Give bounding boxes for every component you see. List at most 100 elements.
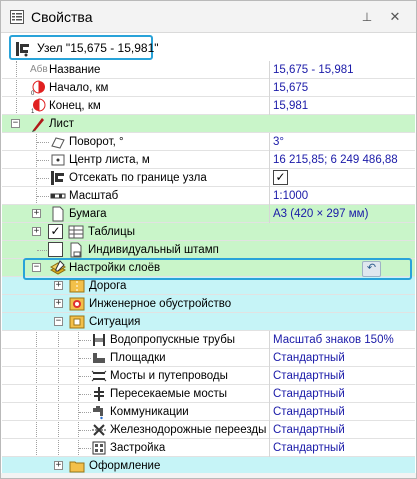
culvert-icon bbox=[93, 334, 105, 346]
row-rail-crossings-label: Железнодорожные переезды bbox=[110, 424, 267, 436]
folder-icon bbox=[69, 461, 85, 473]
utilities-icon bbox=[93, 406, 103, 420]
row-buildings-label: Застройка bbox=[110, 442, 166, 454]
row-rail-crossings[interactable]: Железнодорожные переезды Стандартный bbox=[2, 421, 415, 439]
bridge-icon bbox=[91, 370, 107, 382]
row-tables-label: Таблицы bbox=[88, 226, 135, 238]
expand-icon[interactable]: + bbox=[54, 461, 63, 470]
road-icon bbox=[69, 279, 85, 293]
collapse-icon[interactable]: − bbox=[11, 119, 20, 128]
table-icon bbox=[68, 225, 84, 239]
scale-ruler-icon bbox=[50, 193, 66, 199]
stamp-icon bbox=[70, 242, 82, 258]
group-sheet[interactable]: − Лист bbox=[2, 115, 415, 133]
areas-icon bbox=[93, 353, 105, 363]
end-marker-icon: 1 bbox=[31, 98, 46, 114]
center-icon bbox=[51, 154, 65, 166]
start-marker-icon: 0 bbox=[31, 80, 45, 96]
text-badge-icon: Абв bbox=[30, 64, 48, 75]
row-utilities[interactable]: Коммуникации Стандартный bbox=[2, 403, 415, 421]
row-stamp[interactable]: Индивидуальный штамп bbox=[2, 241, 415, 259]
tables-checkbox[interactable]: ✓ bbox=[48, 224, 63, 239]
row-start-value[interactable]: 15,675 bbox=[273, 81, 308, 95]
row-road-label: Дорога bbox=[89, 280, 127, 292]
collapse-icon[interactable]: − bbox=[54, 317, 63, 326]
row-areas-label: Площадки bbox=[110, 352, 166, 364]
row-bridges-value[interactable]: Стандартный bbox=[273, 369, 345, 383]
row-end-value[interactable]: 15,981 bbox=[273, 99, 308, 113]
row-center[interactable]: Центр листа, м 16 215,85; 6 249 486,88 bbox=[2, 151, 415, 169]
svg-text:0: 0 bbox=[31, 91, 35, 96]
group-situation[interactable]: − Ситуация bbox=[2, 313, 415, 331]
undo-icon[interactable]: ↶ bbox=[362, 261, 381, 277]
row-name-value[interactable]: 15,675 - 15,981 bbox=[273, 63, 354, 77]
row-engineering-label: Инженерное обустройство bbox=[89, 298, 232, 310]
rail-crossing-icon bbox=[92, 424, 106, 436]
properties-panel: Свойства ⊥ ✕ Узел "15,675 - 15,981" Абв … bbox=[0, 0, 417, 479]
group-sheet-label: Лист bbox=[49, 118, 74, 130]
row-rail-crossings-value[interactable]: Стандартный bbox=[273, 423, 345, 437]
row-culverts[interactable]: Водопропускные трубы Масштаб знаков 150% bbox=[2, 331, 415, 349]
svg-text:1: 1 bbox=[31, 109, 35, 114]
panel-bottom bbox=[1, 473, 416, 478]
row-paper-value[interactable]: A3 (420 × 297 мм) bbox=[273, 207, 368, 221]
rotation-icon bbox=[51, 137, 65, 149]
row-scale-value[interactable]: 1:1000 bbox=[273, 189, 308, 203]
window-title: Свойства bbox=[31, 9, 93, 25]
stamp-checkbox[interactable] bbox=[48, 242, 63, 257]
layer-settings-highlight bbox=[23, 258, 412, 280]
row-utilities-label: Коммуникации bbox=[110, 406, 189, 418]
row-areas[interactable]: Площадки Стандартный bbox=[2, 349, 415, 367]
row-clip[interactable]: Отсекать по границе узла ✓ bbox=[2, 169, 415, 187]
row-scale-label: Масштаб bbox=[69, 190, 119, 202]
expand-icon[interactable]: + bbox=[54, 281, 63, 290]
row-crossed-bridges[interactable]: Пересекаемые мосты Стандартный bbox=[2, 385, 415, 403]
row-center-label: Центр листа, м bbox=[69, 154, 150, 166]
row-buildings-value[interactable]: Стандартный bbox=[273, 441, 345, 455]
row-rotation-value[interactable]: 3° bbox=[273, 135, 284, 149]
row-bridges[interactable]: Мосты и путепроводы Стандартный bbox=[2, 367, 415, 385]
clip-checkbox[interactable]: ✓ bbox=[273, 170, 288, 185]
row-design-label: Оформление bbox=[89, 460, 161, 472]
row-crossed-bridges-label: Пересекаемые мосты bbox=[110, 388, 228, 400]
row-start[interactable]: 0 Начало, км 15,675 bbox=[2, 79, 415, 97]
row-end[interactable]: 1 Конец, км 15,981 bbox=[2, 97, 415, 115]
sheet-icon bbox=[32, 118, 44, 132]
row-tables[interactable]: + ✓ Таблицы bbox=[2, 223, 415, 241]
close-icon[interactable]: ✕ bbox=[387, 9, 403, 25]
row-name[interactable]: Абв Название 15,675 - 15,981 bbox=[2, 61, 415, 79]
node-header[interactable]: Узел "15,675 - 15,981" bbox=[9, 35, 159, 60]
row-center-value[interactable]: 16 215,85; 6 249 486,88 bbox=[273, 153, 398, 167]
row-engineering[interactable]: + Инженерное обустройство bbox=[2, 295, 415, 313]
row-rotation[interactable]: Поворот, ° 3° bbox=[2, 133, 415, 151]
row-end-label: Конец, км bbox=[49, 100, 101, 112]
row-areas-value[interactable]: Стандартный bbox=[273, 351, 345, 365]
row-scale[interactable]: Масштаб 1:1000 bbox=[2, 187, 415, 205]
row-paper[interactable]: + Бумага A3 (420 × 297 мм) bbox=[2, 205, 415, 223]
row-crossed-bridges-value[interactable]: Стандартный bbox=[273, 387, 345, 401]
row-paper-label: Бумага bbox=[69, 208, 107, 220]
row-rotation-label: Поворот, ° bbox=[69, 136, 124, 148]
engineering-icon bbox=[69, 297, 85, 311]
properties-icon bbox=[10, 10, 24, 24]
crossed-bridge-icon bbox=[94, 387, 104, 401]
row-name-label: Название bbox=[49, 64, 101, 76]
row-clip-label: Отсекать по границе узла bbox=[69, 172, 207, 184]
situation-icon bbox=[69, 315, 85, 329]
row-culverts-value[interactable]: Масштаб знаков 150% bbox=[273, 333, 394, 347]
row-bridges-label: Мосты и путепроводы bbox=[110, 370, 228, 382]
paper-icon bbox=[52, 206, 64, 222]
buildings-icon bbox=[92, 441, 106, 455]
pin-icon[interactable]: ⊥ bbox=[359, 9, 375, 25]
node-icon bbox=[16, 42, 29, 57]
row-start-label: Начало, км bbox=[49, 82, 109, 94]
group-situation-label: Ситуация bbox=[89, 316, 141, 328]
row-buildings[interactable]: Застройка Стандартный bbox=[2, 439, 415, 457]
expand-icon[interactable]: + bbox=[54, 299, 63, 308]
title-bar: Свойства ⊥ ✕ bbox=[1, 1, 416, 33]
row-utilities-value[interactable]: Стандартный bbox=[273, 405, 345, 419]
row-culverts-label: Водопропускные трубы bbox=[110, 334, 236, 346]
expand-icon[interactable]: + bbox=[32, 227, 41, 236]
row-stamp-label: Индивидуальный штамп bbox=[88, 244, 219, 256]
expand-icon[interactable]: + bbox=[32, 209, 41, 218]
